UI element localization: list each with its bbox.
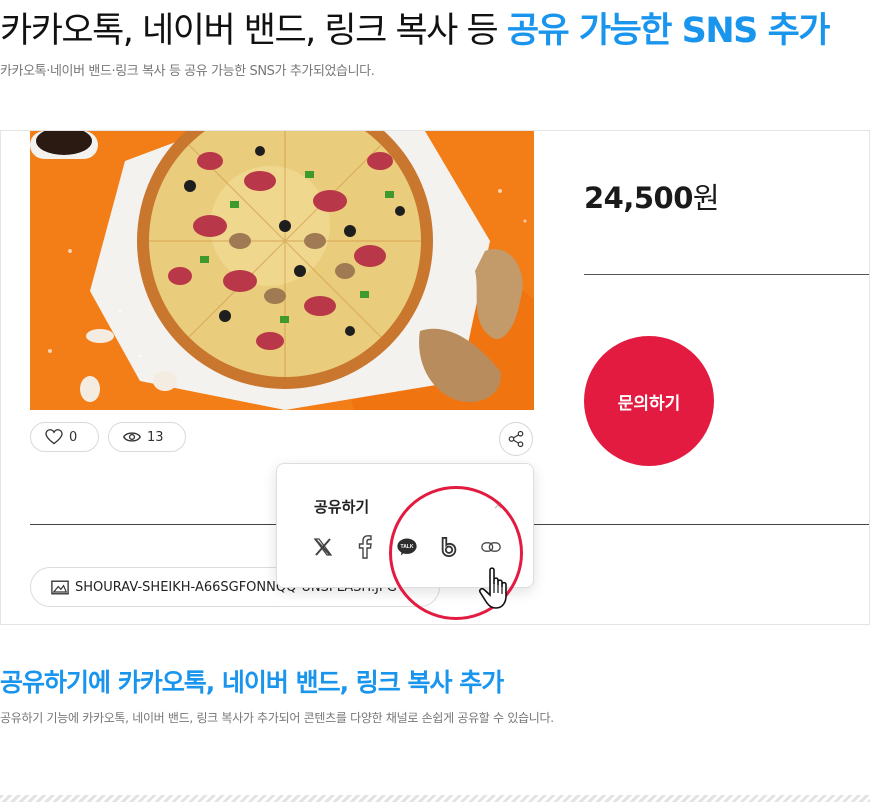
share-icon-row: TALK (313, 534, 501, 560)
page-subtitle: 카카오톡·네이버 밴드·링크 복사 등 공유 가능한 SNS가 추가되었습니다. (0, 64, 375, 79)
price: 24,500원 (584, 175, 720, 217)
page-title: 카카오톡, 네이버 밴드, 링크 복사 등 공유 가능한 SNS 추가 (0, 2, 831, 53)
link-copy-icon[interactable] (481, 534, 501, 560)
page-title-prefix: 카카오톡, 네이버 밴드, 링크 복사 등 (0, 11, 507, 51)
x-logo-icon[interactable] (313, 534, 333, 560)
pizza-photo (30, 131, 534, 410)
facebook-icon[interactable] (355, 534, 375, 560)
kakao-talk-text: TALK (401, 544, 414, 550)
section-description: 공유하기 기능에 카카오톡, 네이버 밴드, 링크 복사가 추가되어 콘텐츠를 … (0, 711, 554, 725)
product-image (30, 131, 534, 410)
kakaotalk-icon[interactable]: TALK (397, 534, 417, 560)
naver-band-icon[interactable] (439, 534, 459, 560)
heart-icon (45, 429, 63, 445)
left-divider (30, 524, 280, 525)
inquiry-button[interactable]: 문의하기 (584, 336, 714, 466)
eye-icon (123, 432, 141, 442)
like-button[interactable]: 0 (30, 422, 99, 452)
bottom-hatch-divider (0, 795, 870, 802)
share-button[interactable] (499, 422, 533, 456)
image-file-icon (51, 580, 69, 594)
like-count: 0 (69, 429, 78, 445)
close-icon[interactable]: × (493, 498, 503, 512)
hand-cursor-icon (478, 566, 514, 616)
price-divider (584, 274, 869, 275)
page-title-accent: 공유 가능한 SNS 추가 (506, 11, 831, 51)
price-unit: 원 (692, 181, 720, 215)
price-amount: 24,500 (584, 181, 693, 215)
right-divider (533, 524, 869, 525)
view-count: 13 (147, 429, 164, 445)
share-icon (508, 430, 524, 448)
share-popup-title: 공유하기 (314, 498, 370, 516)
view-counter: 13 (108, 422, 186, 452)
section-title: 공유하기에 카카오톡, 네이버 밴드, 링크 복사 추가 (0, 668, 504, 697)
